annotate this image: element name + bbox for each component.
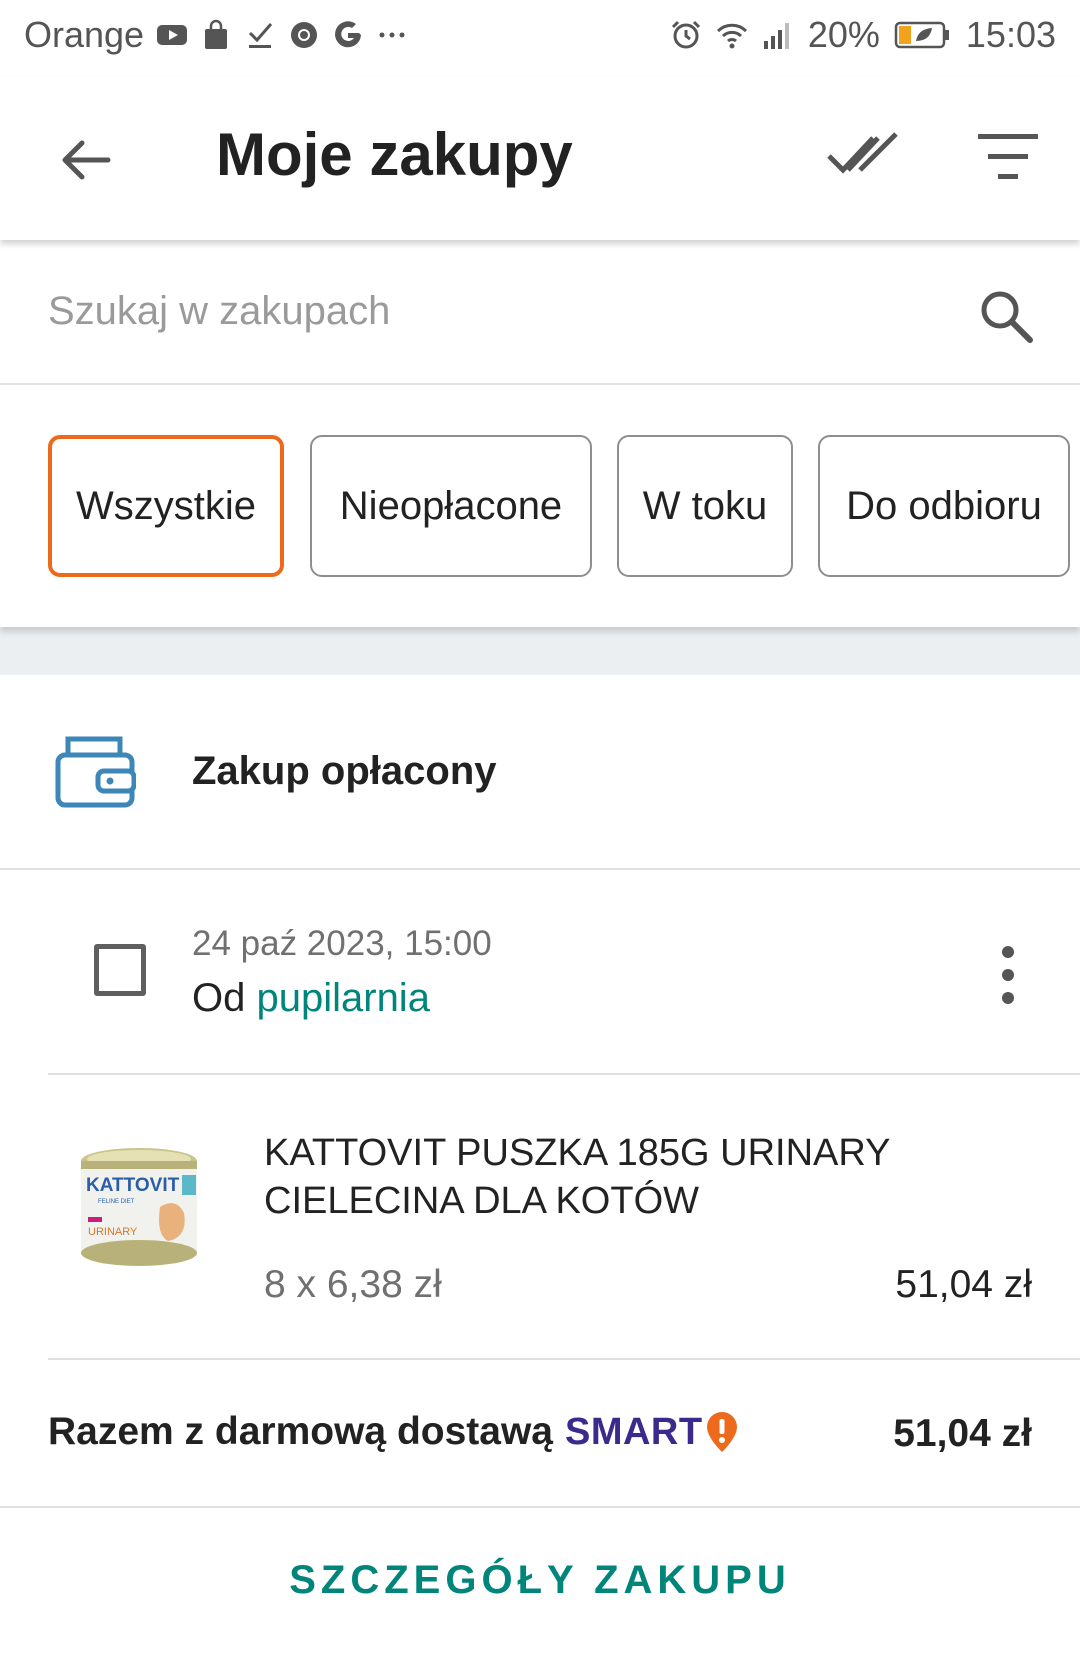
product-quantity-price: 8 x 6,38 zł [264, 1263, 442, 1306]
filter-chip-label: Wszystkie [76, 483, 256, 528]
filter-chip-label: Nieopłacone [339, 483, 563, 528]
filter-chip-do-odbioru[interactable]: Do odbioru [818, 435, 1070, 577]
wallet-icon [55, 736, 136, 808]
product-brand: KATTOVIT [86, 1175, 180, 1196]
battery-percent: 20% [807, 14, 880, 55]
order-date: 24 paź 2023, 15:00 [192, 924, 492, 963]
smart-logo: SMART [565, 1410, 739, 1454]
section-separator [0, 627, 1080, 675]
seller-prefix: Od [192, 976, 246, 1020]
search-input[interactable] [48, 276, 908, 346]
summary-label: Razem z darmową dostawą [48, 1410, 553, 1453]
seller-link[interactable]: pupilarnia [256, 976, 429, 1020]
filter-chip-label: Do odbioru [846, 483, 1042, 528]
more-icon [379, 32, 405, 38]
more-options-icon[interactable] [996, 940, 1020, 1012]
google-icon [335, 21, 362, 48]
order-status-row: Zakup opłacony [0, 675, 1080, 870]
summary-value: 51,04 zł [893, 1412, 1032, 1455]
double-check-icon[interactable] [826, 126, 900, 186]
search-bar [0, 240, 1080, 385]
clock: 15:03 [965, 14, 1056, 55]
product-name[interactable]: KATTOVIT PUSZKA 185G URINARY CIELECINA D… [264, 1129, 1044, 1225]
status-bar-right: 20% 15:03 [670, 14, 1056, 56]
order-seller-line: Od pupilarnia [192, 976, 430, 1021]
chrome-icon [291, 22, 318, 48]
order-summary: Razem z darmową dostawą SMART 51,04 zł [0, 1360, 1080, 1508]
signal-icon [763, 23, 789, 49]
product-subtitle: FELINE DIET [98, 1199, 135, 1205]
product-total: 51,04 zł [895, 1263, 1032, 1306]
battery-icon [894, 21, 949, 49]
order-header: 24 paź 2023, 15:00 Od pupilarnia [0, 870, 1080, 1075]
filter-icon[interactable] [976, 130, 1040, 184]
order-item[interactable]: KATTOVIT FELINE DIET URINARY KATTOVIT PU… [0, 1075, 1080, 1360]
filter-chip-wszystkie[interactable]: Wszystkie [48, 435, 284, 577]
filter-chip-w-toku[interactable]: W toku [617, 435, 793, 577]
purchase-details-button[interactable]: SZCZEGÓŁY ZAKUPU [289, 1558, 791, 1603]
status-bar-left: Orange [24, 14, 408, 56]
product-variant: URINARY [88, 1226, 138, 1238]
youtube-icon [157, 25, 188, 45]
summary-label-wrap: Razem z darmową dostawą SMART [48, 1410, 739, 1454]
status-bar: Orange 20% 15:03 [0, 0, 1080, 78]
order-status: Zakup opłacony [192, 749, 497, 793]
product-image: KATTOVIT FELINE DIET URINARY [81, 1148, 197, 1266]
search-icon[interactable] [976, 286, 1036, 346]
page-title: Moje zakupy [216, 121, 573, 188]
wifi-icon [716, 23, 747, 49]
filter-chip-nieoplacone[interactable]: Nieopłacone [310, 435, 592, 577]
filter-chip-label: W toku [642, 483, 768, 528]
details-row: SZCZEGÓŁY ZAKUPU [0, 1508, 1080, 1653]
smart-badge-icon [706, 1412, 737, 1452]
shopping-bag-icon [205, 19, 228, 49]
back-arrow-icon[interactable] [54, 128, 118, 192]
app-bar: Moje zakupy [0, 78, 1080, 240]
alarm-icon [671, 20, 700, 49]
smart-label: SMART [564, 1410, 703, 1453]
order-checkbox[interactable] [94, 944, 146, 996]
check-icon [249, 23, 273, 48]
filter-chips: Wszystkie Nieopłacone W toku Do odbioru [0, 387, 1080, 627]
carrier-name: Orange [24, 14, 145, 55]
